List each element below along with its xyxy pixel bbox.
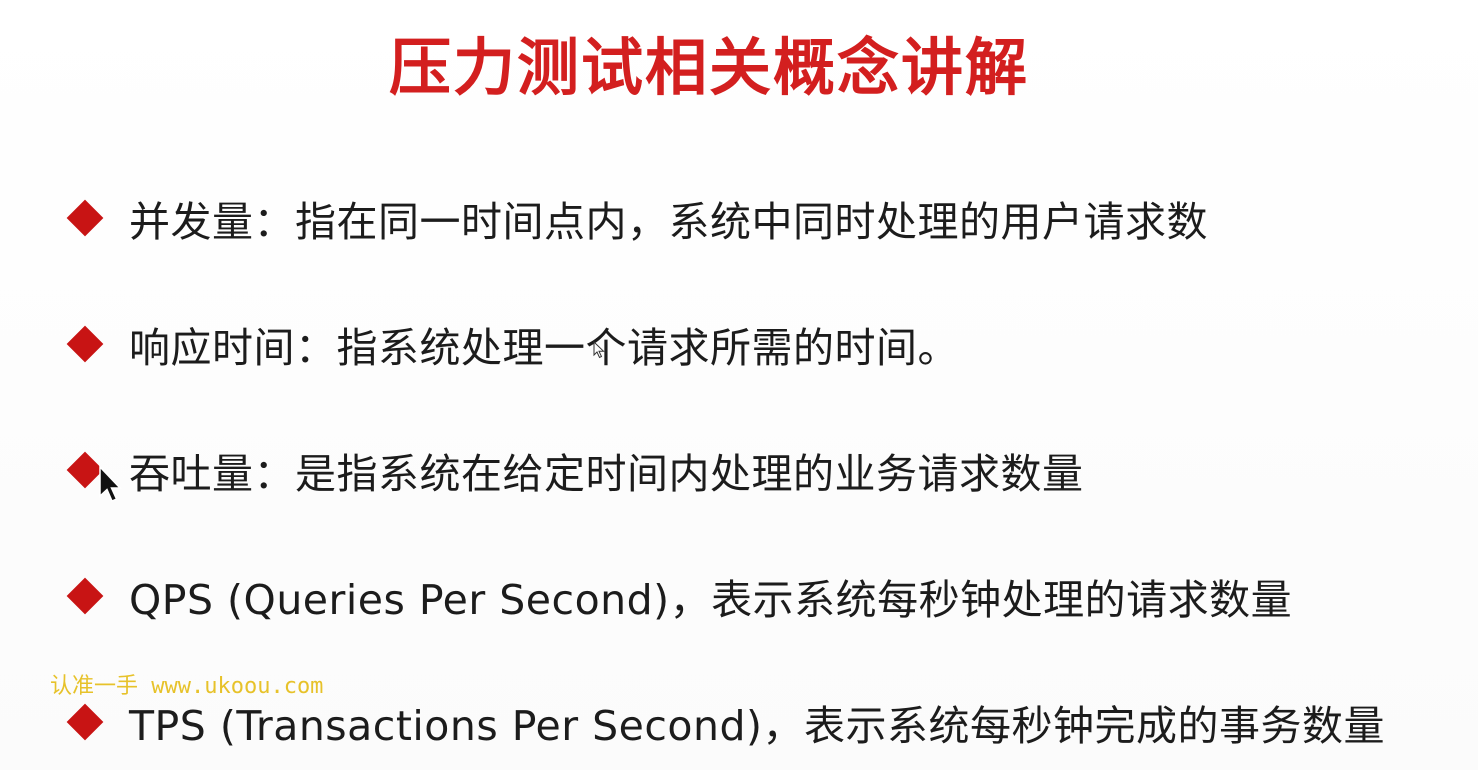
watermark-text: 认准一手 www.ukoou.com xyxy=(50,674,324,699)
bullet-text: QPS (Queries Per Second)，表示系统每秒钟处理的请求数量 xyxy=(129,576,1293,624)
diamond-bullet-icon xyxy=(66,703,104,741)
bullet-text: 吞吐量：是指系统在给定时间内处理的业务请求数量 xyxy=(129,450,1084,498)
diamond-bullet-icon xyxy=(66,199,104,237)
bullet-text: 响应时间：指系统处理一个请求所需的时间。 xyxy=(129,324,959,372)
slide-title: 压力测试相关概念讲解 xyxy=(388,31,1029,104)
bullet-item-qps: QPS (Queries Per Second)，表示系统每秒钟处理的请求数量 xyxy=(66,566,1293,626)
bullet-item-throughput: 吞吐量：是指系统在给定时间内处理的业务请求数量 xyxy=(66,440,1084,500)
bullet-item-response-time: 响应时间：指系统处理一个请求所需的时间。 xyxy=(66,314,959,374)
bullet-text: 并发量：指在同一时间点内，系统中同时处理的用户请求数 xyxy=(129,198,1208,246)
bullet-item-tps: TPS (Transactions Per Second)，表示系统每秒钟完成的… xyxy=(66,692,1386,752)
diamond-bullet-icon xyxy=(66,577,104,615)
mouse-pointer-icon xyxy=(593,341,605,359)
diamond-bullet-icon xyxy=(66,325,104,363)
bullet-item-concurrency: 并发量：指在同一时间点内，系统中同时处理的用户请求数 xyxy=(66,188,1208,248)
bullet-text: TPS (Transactions Per Second)，表示系统每秒钟完成的… xyxy=(129,702,1386,750)
mouse-pointer-icon xyxy=(99,465,122,502)
presentation-slide: 压力测试相关概念讲解 并发量：指在同一时间点内，系统中同时处理的用户请求数 响应… xyxy=(0,0,1478,770)
